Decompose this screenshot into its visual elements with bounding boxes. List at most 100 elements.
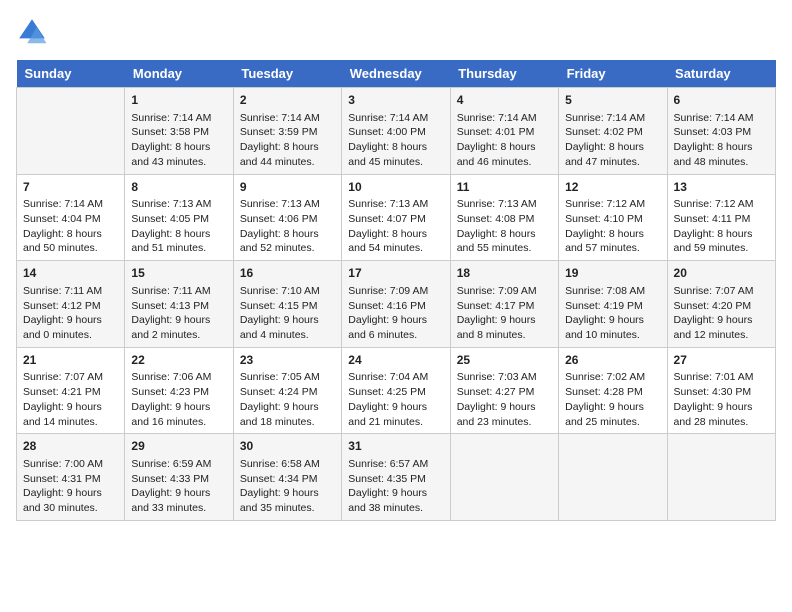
sunrise-text: Sunrise: 7:05 AM (240, 370, 335, 385)
day-cell: 30 Sunrise: 6:58 AMSunset: 4:34 PMDayligh… (233, 434, 341, 521)
daylight-text: Daylight: 8 hours and 47 minutes. (565, 140, 660, 169)
day-cell: 20Sunrise: 7:07 AMSunset: 4:20 PMDayligh… (667, 261, 775, 348)
week-row-3: 14 Sunrise: 7:11 AMSunset: 4:12 PM Dayligh… (17, 261, 776, 348)
sunrise-text: Sunrise: 7:11 AM (23, 284, 118, 299)
daylight-text: Daylight: 8 hours and 46 minutes. (457, 140, 552, 169)
day-number: 14 (23, 265, 118, 282)
sunrise-text: Sunrise: 7:12 AM (674, 197, 769, 212)
sunset-text: Sunset: 4:20 PM (674, 299, 769, 314)
col-header-wednesday: Wednesday (342, 60, 450, 88)
day-cell: 22Sunrise: 7:06 AMSunset: 4:23 PMDayligh… (125, 347, 233, 434)
daylight-text: Daylight: 8 hours and 45 minutes. (348, 140, 443, 169)
col-header-thursday: Thursday (450, 60, 558, 88)
day-number: 8 (131, 179, 226, 196)
day-cell (17, 88, 125, 175)
sunrise-text: Sunrise: 7:07 AM (23, 370, 118, 385)
daylight-text: Daylight: 9 hours and 28 minutes. (674, 400, 769, 429)
sunrise-text: Sunrise: 7:08 AM (565, 284, 660, 299)
sunrise-text: Sunrise: 7:14 AM (240, 111, 335, 126)
day-cell: 16Sunrise: 7:10 AMSunset: 4:15 PMDayligh… (233, 261, 341, 348)
day-cell: 7Sunrise: 7:14 AMSunset: 4:04 PMDaylight… (17, 174, 125, 261)
sunset-text: Sunset: 4:06 PM (240, 212, 335, 227)
sunset-text: Sunset: 4:34 PM (240, 472, 335, 487)
calendar-table: SundayMondayTuesdayWednesdayThursdayFrid… (16, 60, 776, 521)
sunset-text: Sunset: 4:01 PM (457, 125, 552, 140)
sunset-text: Sunset: 4:04 PM (23, 212, 118, 227)
day-cell (450, 434, 558, 521)
day-number: 23 (240, 352, 335, 369)
week-row-4: 21Sunrise: 7:07 AMSunset: 4:21 PMDayligh… (17, 347, 776, 434)
daylight-text: Daylight: 9 hours and 12 minutes. (674, 313, 769, 342)
day-number: 30 (240, 438, 335, 455)
day-number: 26 (565, 352, 660, 369)
day-cell: 14Sunrise: 7:11 AMSunset: 4:12 PMDayligh… (17, 261, 125, 348)
day-number: 5 (565, 92, 660, 109)
sunrise-text: Sunrise: 7:07 AM (674, 284, 769, 299)
sunrise-text: Sunrise: 7:09 AM (348, 284, 443, 299)
daylight-text: Daylight: 8 hours and 48 minutes. (674, 140, 769, 169)
sunrise-text: Sunrise: 7:10 AM (240, 284, 335, 299)
daylight-text: Daylight: 8 hours and 44 minutes. (240, 140, 335, 169)
day-number: 11 (457, 179, 552, 196)
sunset-text: Sunset: 3:58 PM (131, 125, 226, 140)
day-cell: 10Sunrise: 7:13 AMSunset: 4:07 PMDayligh… (342, 174, 450, 261)
daylight-text: Daylight: 8 hours and 52 minutes. (240, 227, 335, 256)
day-cell: 29Sunrise: 6:59 AMSunset: 4:33 PMDayligh… (125, 434, 233, 521)
sunset-text: Sunset: 4:33 PM (131, 472, 226, 487)
sunset-text: Sunset: 4:07 PM (348, 212, 443, 227)
daylight-text: Daylight: 8 hours and 57 minutes. (565, 227, 660, 256)
sunset-text: Sunset: 4:12 PM (23, 299, 118, 314)
col-header-saturday: Saturday (667, 60, 775, 88)
sunset-text: Sunset: 4:10 PM (565, 212, 660, 227)
day-number: 31 (348, 438, 443, 455)
daylight-text: Daylight: 8 hours and 50 minutes. (23, 227, 118, 256)
day-cell: 11Sunrise: 7:13 AMSunset: 4:08 PMDayligh… (450, 174, 558, 261)
col-header-friday: Friday (559, 60, 667, 88)
day-cell: 17Sunrise: 7:09 AMSunset: 4:16 PMDayligh… (342, 261, 450, 348)
day-cell: 21Sunrise: 7:07 AMSunset: 4:21 PMDayligh… (17, 347, 125, 434)
sunrise-text: Sunrise: 6:58 AM (240, 457, 335, 472)
sunrise-text: Sunrise: 7:02 AM (565, 370, 660, 385)
sunset-text: Sunset: 4:17 PM (457, 299, 552, 314)
day-number: 12 (565, 179, 660, 196)
sunset-text: Sunset: 4:16 PM (348, 299, 443, 314)
daylight-text: Daylight: 8 hours and 43 minutes. (131, 140, 226, 169)
col-header-sunday: Sunday (17, 60, 125, 88)
daylight-text: Daylight: 9 hours and 25 minutes. (565, 400, 660, 429)
day-cell: 27Sunrise: 7:01 AMSunset: 4:30 PMDayligh… (667, 347, 775, 434)
day-cell: 28Sunrise: 7:00 AMSunset: 4:31 PMDayligh… (17, 434, 125, 521)
daylight-text: Daylight: 9 hours and 21 minutes. (348, 400, 443, 429)
daylight-text: Daylight: 9 hours and 33 minutes. (131, 486, 226, 515)
day-number: 7 (23, 179, 118, 196)
sunrise-text: Sunrise: 6:57 AM (348, 457, 443, 472)
day-number: 29 (131, 438, 226, 455)
sunset-text: Sunset: 4:24 PM (240, 385, 335, 400)
day-number: 24 (348, 352, 443, 369)
daylight-text: Daylight: 9 hours and 35 minutes. (240, 486, 335, 515)
day-cell: 26Sunrise: 7:02 AMSunset: 4:28 PMDayligh… (559, 347, 667, 434)
day-cell: 2Sunrise: 7:14 AMSunset: 3:59 PMDaylight… (233, 88, 341, 175)
sunset-text: Sunset: 4:21 PM (23, 385, 118, 400)
daylight-text: Daylight: 9 hours and 2 minutes. (131, 313, 226, 342)
daylight-text: Daylight: 9 hours and 23 minutes. (457, 400, 552, 429)
day-cell: 18Sunrise: 7:09 AMSunset: 4:17 PMDayligh… (450, 261, 558, 348)
day-number: 2 (240, 92, 335, 109)
daylight-text: Daylight: 9 hours and 16 minutes. (131, 400, 226, 429)
sunrise-text: Sunrise: 7:13 AM (457, 197, 552, 212)
daylight-text: Daylight: 8 hours and 54 minutes. (348, 227, 443, 256)
daylight-text: Daylight: 9 hours and 14 minutes. (23, 400, 118, 429)
sunrise-text: Sunrise: 7:13 AM (348, 197, 443, 212)
col-header-tuesday: Tuesday (233, 60, 341, 88)
day-cell: 6Sunrise: 7:14 AMSunset: 4:03 PMDaylight… (667, 88, 775, 175)
week-row-2: 7Sunrise: 7:14 AMSunset: 4:04 PMDaylight… (17, 174, 776, 261)
sunset-text: Sunset: 4:35 PM (348, 472, 443, 487)
sunrise-text: Sunrise: 7:14 AM (23, 197, 118, 212)
day-number: 10 (348, 179, 443, 196)
day-number: 19 (565, 265, 660, 282)
day-cell: 8Sunrise: 7:13 AMSunset: 4:05 PMDaylight… (125, 174, 233, 261)
day-number: 17 (348, 265, 443, 282)
day-number: 1 (131, 92, 226, 109)
sunrise-text: Sunrise: 7:14 AM (131, 111, 226, 126)
daylight-text: Daylight: 9 hours and 30 minutes. (23, 486, 118, 515)
sunrise-text: Sunrise: 7:04 AM (348, 370, 443, 385)
